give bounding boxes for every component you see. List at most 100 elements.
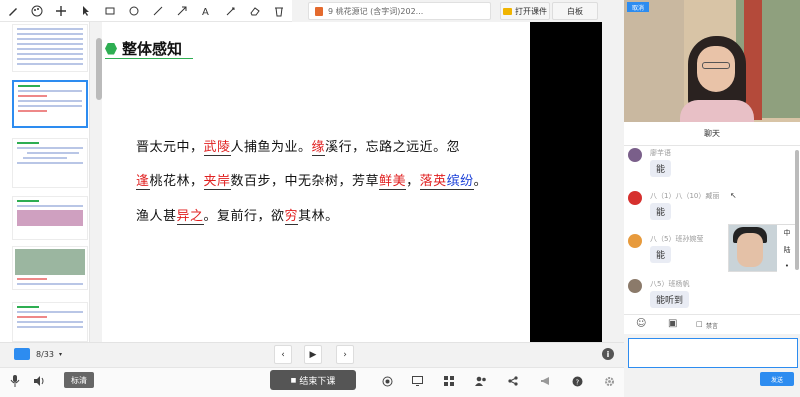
text-segment: 渔人甚 bbox=[136, 209, 177, 224]
open-courseware-label: 打开课件 bbox=[515, 6, 547, 16]
layout-icon[interactable] bbox=[442, 374, 456, 388]
share-icon[interactable] bbox=[506, 374, 520, 388]
send-button[interactable]: 发送 bbox=[760, 372, 794, 386]
chat-sender-name: 八（5）班孙婉莹 bbox=[650, 235, 704, 243]
screen-share-icon[interactable] bbox=[410, 374, 424, 388]
chat-message-bubble: 能 bbox=[650, 203, 672, 220]
chat-message-bubble: 能听到 bbox=[650, 291, 690, 308]
open-courseware-button[interactable]: 打开课件 bbox=[500, 2, 550, 20]
send-label: 发送 bbox=[770, 376, 783, 384]
drawing-toolbar: A bbox=[0, 0, 292, 22]
slide-thumbnail[interactable] bbox=[12, 246, 88, 290]
slide-thumbnail-selected[interactable] bbox=[12, 80, 88, 128]
mic-icon[interactable] bbox=[8, 374, 22, 388]
end-class-button[interactable]: ■ 结束下课 bbox=[270, 370, 356, 390]
highlighted-term: 逢 bbox=[136, 174, 150, 190]
chat-message-bubble: 能 bbox=[650, 246, 672, 263]
chat-input[interactable] bbox=[628, 338, 798, 368]
slides-icon[interactable] bbox=[14, 348, 30, 360]
title-underline bbox=[105, 58, 193, 59]
prev-icon: ‹ bbox=[281, 349, 285, 360]
record-icon[interactable] bbox=[380, 374, 394, 388]
folder-icon bbox=[503, 7, 512, 15]
chat-sender-name: 廖芊语 bbox=[650, 149, 671, 157]
popup-side-item: • bbox=[784, 261, 790, 270]
speaker-icon[interactable] bbox=[32, 374, 46, 388]
help-icon[interactable]: ? bbox=[570, 374, 584, 388]
pointer-icon[interactable] bbox=[79, 4, 93, 18]
info-icon[interactable]: i bbox=[602, 348, 614, 360]
play-button[interactable]: ▶ bbox=[304, 345, 322, 364]
video-badge[interactable]: 取消 bbox=[627, 2, 649, 12]
text-segment: 晋太元中， bbox=[136, 140, 204, 155]
document-icon bbox=[315, 6, 323, 16]
move-icon[interactable] bbox=[54, 4, 68, 18]
avatar bbox=[628, 279, 642, 293]
app-window: A 9 桃花源记 (含字词)202... 打开课件 白板 整体感知 晋太元中，武… bbox=[0, 0, 800, 397]
text-segment: 溪行，忘路之远近。忽 bbox=[325, 140, 461, 155]
whiteboard-button[interactable]: 白板 bbox=[552, 2, 598, 20]
highlighted-term: 缘 bbox=[311, 140, 326, 156]
prev-slide-button[interactable]: ‹ bbox=[274, 345, 292, 364]
palette-icon[interactable] bbox=[30, 4, 44, 18]
next-icon: › bbox=[343, 349, 347, 360]
avatar bbox=[628, 191, 642, 205]
next-slide-button[interactable]: › bbox=[336, 345, 354, 364]
end-class-label: 结束下课 bbox=[299, 376, 336, 387]
avatar bbox=[628, 234, 642, 248]
slide-title-text: 整体感知 bbox=[122, 40, 183, 58]
text-icon[interactable]: A bbox=[199, 4, 213, 18]
chat-message-bubble: 能 bbox=[650, 160, 672, 177]
highlighted-term: 落英 bbox=[419, 174, 447, 190]
megaphone-icon[interactable] bbox=[538, 374, 552, 388]
chat-message-text: 能 bbox=[656, 251, 666, 261]
slide-thumbnail[interactable] bbox=[12, 302, 88, 342]
svg-text:A: A bbox=[202, 7, 209, 17]
chevron-down-icon: ▾ bbox=[58, 350, 62, 358]
eraser-icon[interactable] bbox=[248, 4, 262, 18]
video-quality-button[interactable]: 标清 bbox=[64, 372, 94, 388]
page-number: 8/33 bbox=[36, 349, 54, 359]
text-segment: ， bbox=[406, 174, 420, 189]
info-glyph: i bbox=[606, 349, 610, 359]
rectangle-icon[interactable] bbox=[103, 4, 117, 18]
slide-thumbnail[interactable] bbox=[12, 138, 88, 188]
line-icon[interactable] bbox=[151, 4, 165, 18]
image-icon[interactable]: ▣ bbox=[668, 318, 677, 329]
settings-icon[interactable] bbox=[602, 374, 616, 388]
laser-icon[interactable] bbox=[224, 4, 238, 18]
text-segment: 桃花林， bbox=[149, 174, 204, 189]
users-icon[interactable] bbox=[474, 374, 488, 388]
document-tab[interactable]: 9 桃花源记 (含字词)202... bbox=[308, 2, 491, 20]
highlighted-term: 穷 bbox=[284, 209, 299, 225]
text-line: 渔人甚异之。复前行，欲穷其林。 bbox=[136, 205, 339, 225]
highlighted-term: 武陵 bbox=[203, 140, 231, 156]
mute-label: 禁言 bbox=[706, 323, 719, 330]
chat-message-text: 能听到 bbox=[656, 296, 684, 306]
slide-canvas: 整体感知 晋太元中，武陵人捕鱼为业。缘溪行，忘路之远近。忽 逢桃花林，夹岸数百步… bbox=[102, 22, 530, 342]
whiteboard-label: 白板 bbox=[567, 6, 583, 16]
stop-icon: ■ bbox=[290, 376, 297, 384]
slide-thumbnail[interactable] bbox=[12, 196, 88, 240]
popup-side-item: 中 bbox=[783, 229, 791, 238]
student-video-popup[interactable]: 中 陆 • bbox=[728, 224, 797, 273]
text-segment: 。复前行，欲 bbox=[203, 209, 285, 224]
cursor-icon: ↖ bbox=[730, 191, 737, 200]
clear-icon[interactable] bbox=[272, 4, 286, 18]
slide-thumbnail[interactable] bbox=[12, 24, 88, 72]
popup-side-item: 陆 bbox=[783, 245, 791, 254]
popup-side-menu[interactable]: 中 陆 • bbox=[777, 225, 797, 273]
svg-text:?: ? bbox=[575, 378, 579, 386]
slide-thumbnail-panel bbox=[0, 22, 90, 342]
circle-icon[interactable] bbox=[127, 4, 141, 18]
page-selector[interactable]: 8/33 ▾ bbox=[36, 348, 82, 360]
pen-icon[interactable] bbox=[6, 4, 20, 18]
chat-scrollbar[interactable] bbox=[795, 150, 799, 270]
highlighted-term: 鲜美 bbox=[379, 174, 407, 190]
highlighted-term: 夹岸 bbox=[203, 174, 231, 190]
text-segment: 人捕鱼为业。 bbox=[230, 140, 312, 155]
emoji-icon[interactable]: ☺ bbox=[636, 318, 646, 329]
mute-checkbox[interactable]: □ bbox=[696, 320, 703, 328]
arrow-line-icon[interactable] bbox=[175, 4, 189, 18]
text-line: 逢桃花林，夹岸数百步，中无杂树，芳草鲜美，落英缤纷。 bbox=[136, 170, 487, 190]
